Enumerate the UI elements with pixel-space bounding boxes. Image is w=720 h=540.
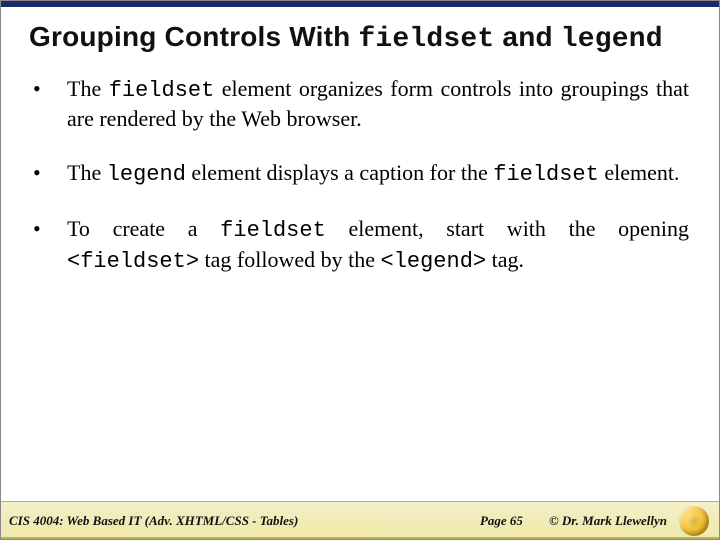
text-span: tag.	[486, 247, 524, 272]
code-span: legend	[107, 162, 186, 187]
bullet-icon: •	[31, 159, 59, 187]
bullet-icon: •	[31, 75, 59, 103]
footer-bar: CIS 4004: Web Based IT (Adv. XHTML/CSS -…	[1, 501, 719, 539]
title-text-pre: Grouping Controls With	[29, 21, 358, 52]
code-span: <fieldset>	[67, 249, 199, 274]
slide-body: • The fieldset element organizes form co…	[1, 65, 719, 276]
title-code-legend: legend	[561, 24, 663, 55]
text-span: tag followed by the	[199, 247, 380, 272]
bullet-icon: •	[31, 215, 59, 243]
code-span: fieldset	[493, 162, 599, 187]
bullet-text: The legend element displays a caption fo…	[59, 159, 689, 189]
ucf-logo-icon	[679, 506, 709, 536]
code-span: <legend>	[381, 249, 487, 274]
footer-author: © Dr. Mark Llewellyn	[549, 513, 667, 529]
slide-title: Grouping Controls With fieldset and lege…	[1, 7, 719, 65]
text-span: The	[67, 160, 107, 185]
text-span: To create a	[67, 216, 220, 241]
footer-page: Page 65	[480, 513, 523, 529]
code-span: fieldset	[109, 78, 215, 103]
text-span: element.	[599, 160, 680, 185]
title-code-fieldset: fieldset	[358, 24, 494, 55]
text-span: element, start with the opening	[326, 216, 689, 241]
code-span: fieldset	[220, 218, 326, 243]
list-item: • The legend element displays a caption …	[31, 159, 689, 189]
list-item: • The fieldset element organizes form co…	[31, 75, 689, 133]
title-text-mid: and	[494, 21, 560, 52]
slide: Grouping Controls With fieldset and lege…	[0, 0, 720, 540]
bullet-text: To create a fieldset element, start with…	[59, 215, 689, 275]
list-item: • To create a fieldset element, start wi…	[31, 215, 689, 275]
text-span: The	[67, 76, 109, 101]
bullet-list: • The fieldset element organizes form co…	[31, 75, 689, 276]
bullet-text: The fieldset element organizes form cont…	[59, 75, 689, 133]
footer-course: CIS 4004: Web Based IT (Adv. XHTML/CSS -…	[9, 513, 454, 529]
text-span: element displays a caption for the	[186, 160, 493, 185]
